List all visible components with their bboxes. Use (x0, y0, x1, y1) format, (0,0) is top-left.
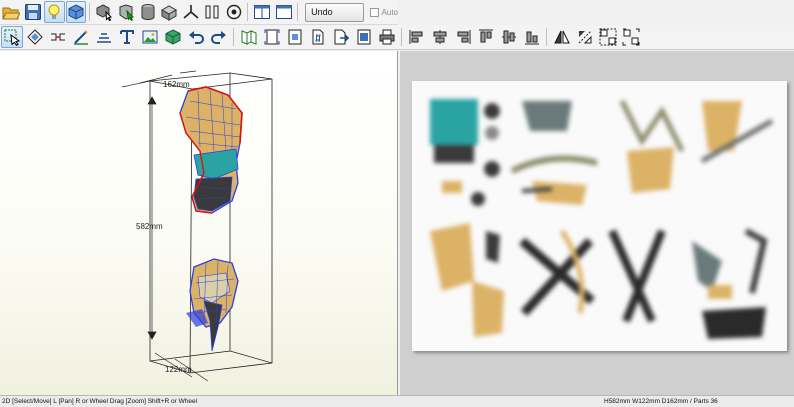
texture-cube-icon[interactable] (65, 1, 87, 23)
draw-line-icon[interactable] (70, 26, 92, 48)
auto-checkbox-box[interactable] (369, 7, 379, 17)
top-toolbar: Undo Unfold Auto (0, 0, 398, 34)
separator (546, 28, 547, 46)
page-icon[interactable] (284, 26, 306, 48)
separator (297, 3, 299, 21)
print-icon[interactable] (376, 26, 398, 48)
axis-icon[interactable] (180, 1, 201, 23)
page-setup-icon[interactable] (353, 26, 375, 48)
edge-select-icon[interactable] (116, 1, 137, 23)
status-bar: 2D [Select/Move] L [Pan] R or Wheel Drag… (0, 395, 794, 407)
export-icon[interactable] (330, 26, 352, 48)
image-icon[interactable] (139, 26, 161, 48)
auto-checkbox[interactable]: Auto (369, 7, 398, 17)
eye-rotate-icon[interactable] (224, 1, 245, 23)
dimension-depth-label: 122mm (165, 365, 192, 374)
align-left-icon[interactable] (406, 26, 428, 48)
select-cube-icon[interactable] (94, 1, 115, 23)
align-center-icon[interactable] (429, 26, 451, 48)
select-move-icon[interactable] (1, 26, 23, 48)
group-icon[interactable] (597, 26, 619, 48)
ungroup-icon[interactable] (620, 26, 642, 48)
undo-unfold-button[interactable]: Undo Unfold (305, 2, 364, 34)
join-edges-icon[interactable] (47, 26, 69, 48)
fit-page-icon[interactable] (261, 26, 283, 48)
sheet-quadrant-4 (430, 223, 768, 339)
join-faces-icon[interactable] (159, 1, 180, 23)
text-icon[interactable] (116, 26, 138, 48)
open-folder-icon[interactable] (1, 1, 22, 23)
edge-id-icon[interactable] (307, 26, 329, 48)
sheet-quadrant-1 (430, 99, 500, 206)
object-icon[interactable] (162, 26, 184, 48)
sheet-quadrant-3 (619, 99, 774, 193)
single-view-left-icon[interactable] (252, 1, 273, 23)
unfolded-parts-preview (430, 99, 774, 339)
mirror-icon[interactable] (574, 26, 596, 48)
flip-icon[interactable] (551, 26, 573, 48)
edit-flap-icon[interactable] (93, 26, 115, 48)
3d-view-pane[interactable]: 162mm 582mm 122mm (0, 51, 398, 395)
rotate-part-icon[interactable] (24, 26, 46, 48)
2d-view-pane[interactable] (400, 51, 794, 395)
separator (89, 3, 91, 21)
main-toolbar (0, 25, 794, 50)
redo-icon[interactable] (208, 26, 230, 48)
split-view-icon[interactable] (202, 1, 223, 23)
save-icon[interactable] (23, 1, 44, 23)
status-hint-text: 2D [Select/Move] L [Pan] R or Wheel Drag… (2, 398, 198, 405)
cylinder-icon[interactable] (137, 1, 158, 23)
light-bulb-icon[interactable] (44, 1, 65, 23)
align-top-icon[interactable] (475, 26, 497, 48)
fold-lines-icon[interactable] (238, 26, 260, 48)
separator (247, 3, 249, 21)
status-dimensions-text: H582mm W122mm D162mm / Parts 36 (604, 398, 718, 405)
single-view-right-icon[interactable] (274, 1, 295, 23)
separator (233, 28, 234, 46)
3d-model-view[interactable] (0, 51, 398, 395)
align-right-icon[interactable] (452, 26, 474, 48)
auto-checkbox-label: Auto (381, 7, 398, 17)
sheet-quadrant-2 (510, 101, 598, 205)
separator (401, 28, 402, 46)
undo-icon[interactable] (185, 26, 207, 48)
model-part-upper (179, 86, 243, 214)
align-middle-icon[interactable] (498, 26, 520, 48)
align-bottom-icon[interactable] (521, 26, 543, 48)
unfolded-sheet[interactable] (412, 81, 787, 351)
dimension-width-label: 162mm (163, 80, 190, 89)
dimension-height-label: 582mm (136, 222, 163, 231)
